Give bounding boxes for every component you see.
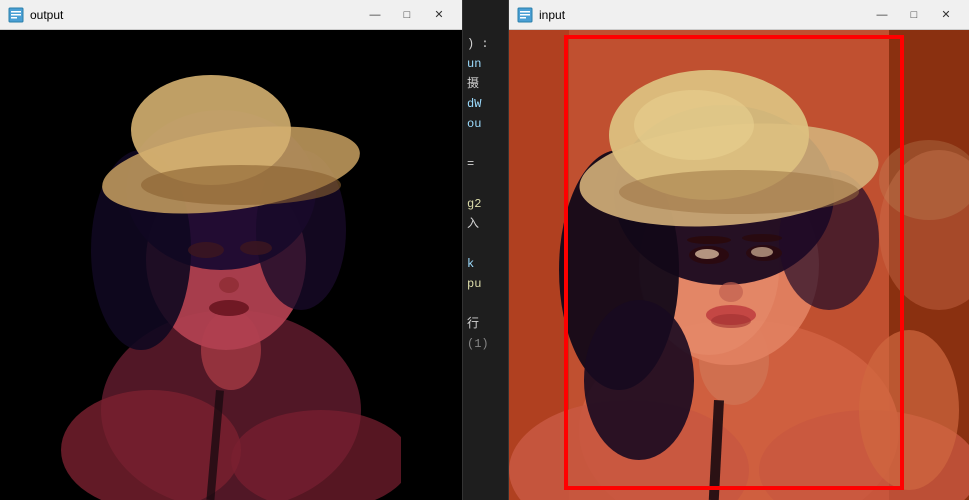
input-titlebar: input — □ ✕ <box>509 0 969 30</box>
code-line-13: pu <box>467 275 504 293</box>
input-window: input — □ ✕ <box>509 0 969 500</box>
code-line-15: 行 <box>467 315 504 333</box>
output-window-icon <box>8 7 24 23</box>
code-line-6 <box>467 135 504 153</box>
code-line-12: k <box>467 255 504 273</box>
input-portrait <box>509 30 969 500</box>
input-close-btn[interactable]: ✕ <box>931 4 961 26</box>
output-minimize-btn[interactable]: — <box>360 4 390 26</box>
code-line-8 <box>467 175 504 193</box>
input-window-icon <box>517 7 533 23</box>
code-line-7: = <box>467 155 504 173</box>
output-content <box>0 30 462 500</box>
code-line-16: (1) <box>467 335 504 353</box>
input-content <box>509 30 969 500</box>
output-close-btn[interactable]: ✕ <box>424 4 454 26</box>
input-window-controls: — □ ✕ <box>867 4 961 26</box>
code-line-11 <box>467 235 504 253</box>
input-minimize-btn[interactable]: — <box>867 4 897 26</box>
output-maximize-btn[interactable]: □ <box>392 4 422 26</box>
code-panel: ) : un 摄 dW ou = g2 入 k pu 行 (1) <box>462 0 509 500</box>
code-line-5: ou <box>467 115 504 133</box>
code-line-2: un <box>467 55 504 73</box>
output-window: output — □ ✕ <box>0 0 462 500</box>
code-line-4: dW <box>467 95 504 113</box>
code-line-10: 入 <box>467 215 504 233</box>
code-line-9: g2 <box>467 195 504 213</box>
output-title: output <box>30 8 360 22</box>
code-line-1: ) : <box>467 35 504 53</box>
input-maximize-btn[interactable]: □ <box>899 4 929 26</box>
output-titlebar: output — □ ✕ <box>0 0 462 30</box>
code-line-14 <box>467 295 504 313</box>
code-line-3: 摄 <box>467 75 504 93</box>
output-portrait <box>61 30 401 500</box>
output-window-controls: — □ ✕ <box>360 4 454 26</box>
input-title: input <box>539 8 867 22</box>
